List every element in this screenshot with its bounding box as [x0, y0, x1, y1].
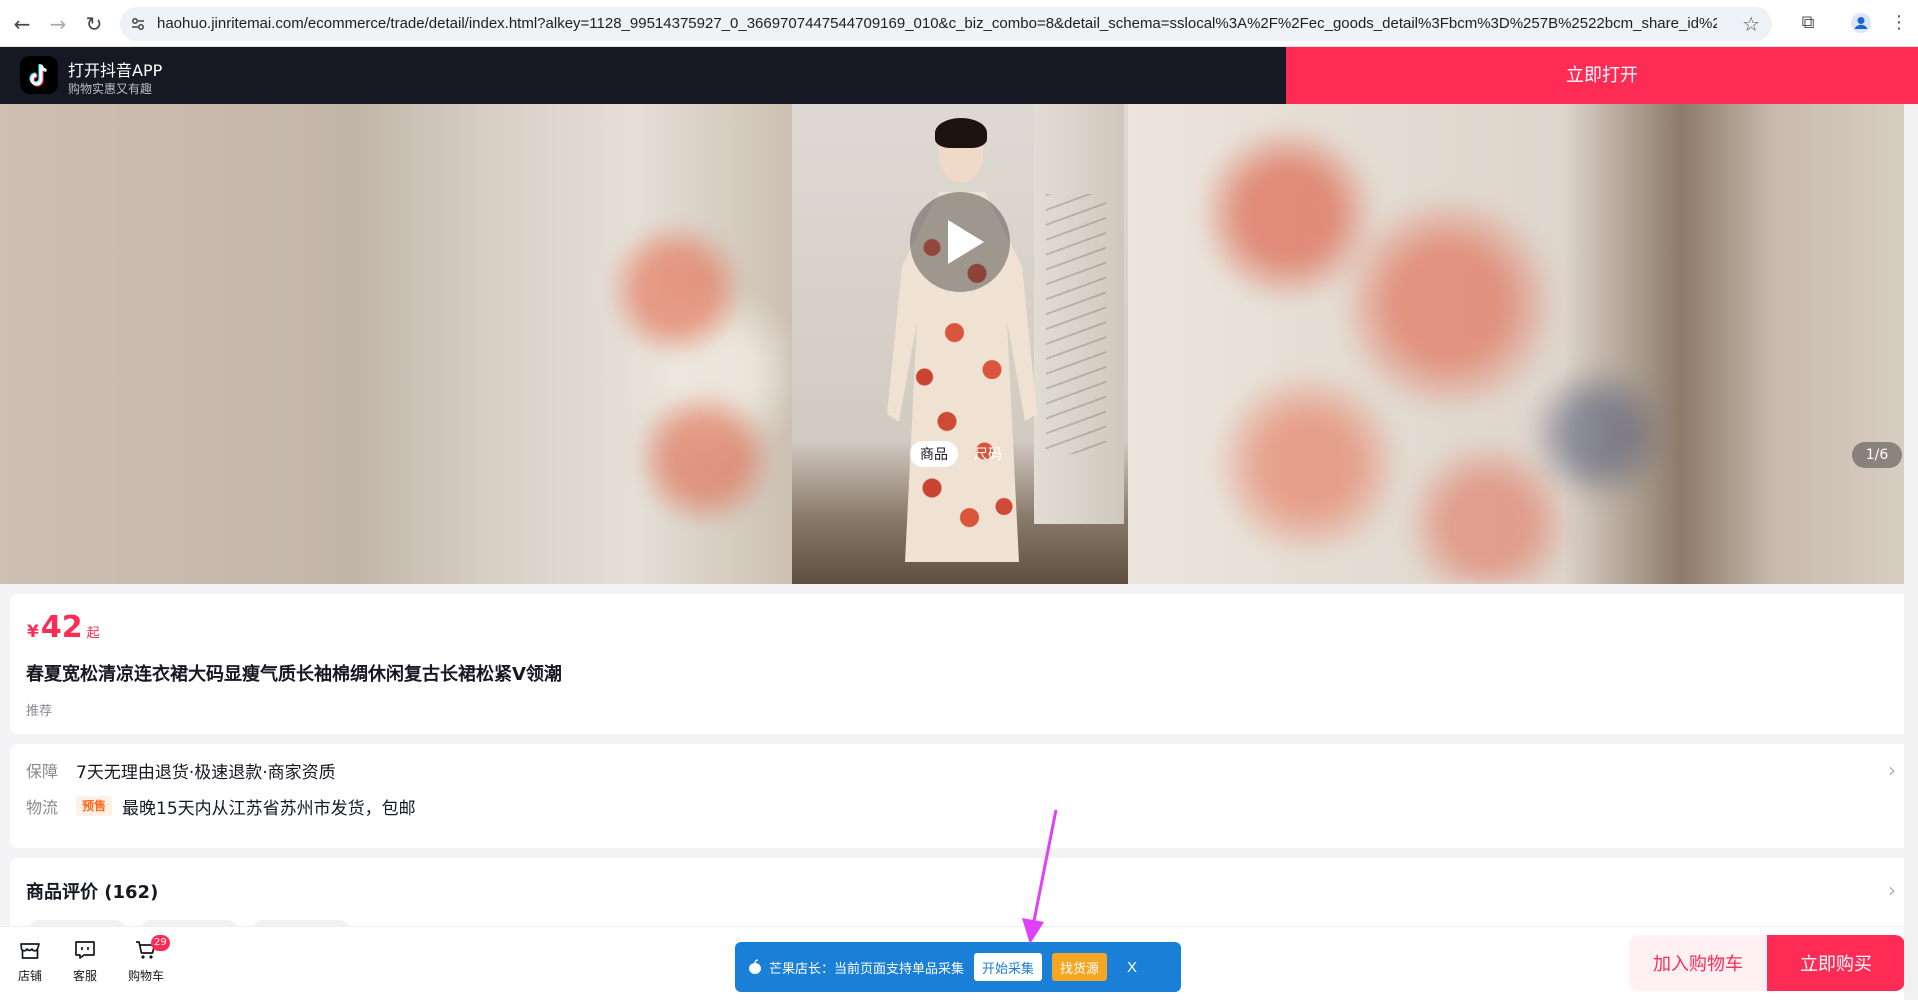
mango-icon	[749, 959, 761, 974]
shop-button[interactable]: 店铺	[5, 937, 55, 984]
extensions-puzzle-icon[interactable]: ⧉	[1797, 12, 1819, 34]
guarantee-row[interactable]: 保障 7天无理由退货·极速退款·商家资质	[26, 758, 336, 783]
address-bar[interactable]: haohuo.jinritemai.com/ecommerce/trade/de…	[120, 7, 1772, 41]
bookmark-star-icon[interactable]: ☆	[1742, 12, 1760, 36]
extension-message: 芒果店长：当前页面支持单品采集	[769, 961, 965, 977]
app-banner-info: 打开抖音APP 购物实惠又有趣	[0, 47, 1286, 104]
browser-toolbar: ← → ↻ haohuo.jinritemai.com/ecommerce/tr…	[0, 0, 1918, 47]
model-hair	[935, 118, 987, 148]
start-collect-button[interactable]: 开始采集	[974, 953, 1043, 981]
app-banner: 打开抖音APP 购物实惠又有趣 立即打开	[0, 47, 1918, 104]
cart-button[interactable]: 29 购物车	[121, 935, 171, 984]
play-icon	[948, 220, 984, 264]
buy-now-button[interactable]: 立即购买	[1767, 935, 1905, 991]
tab-product[interactable]: 商品	[910, 441, 958, 467]
tab-size[interactable]: 尺码	[964, 441, 1012, 467]
customer-service-button[interactable]: 客服	[60, 937, 110, 984]
back-icon[interactable]: ←	[10, 12, 34, 36]
cart-label: 购物车	[127, 969, 164, 983]
chat-icon	[75, 941, 95, 959]
reload-icon[interactable]: ↻	[82, 12, 106, 36]
gallery-tab-switch: 商品 尺码	[910, 440, 1012, 468]
find-source-button[interactable]: 找货源	[1052, 953, 1108, 981]
presale-badge: 预售	[76, 796, 113, 816]
gallery-blurred-background-right	[1128, 104, 1918, 584]
open-app-button[interactable]: 立即打开	[1286, 47, 1918, 104]
play-video-button[interactable]	[910, 192, 1010, 292]
product-price: ¥42 起	[27, 610, 100, 645]
forward-icon[interactable]: →	[46, 12, 70, 36]
logistics-value: 最晚15天内从江苏省苏州市发货，包邮	[122, 798, 416, 819]
product-tag: 推荐	[26, 704, 53, 719]
price-suffix: 起	[86, 626, 100, 641]
product-info-card: ¥42 起 春夏宽松清凉连衣裙大码显瘦气质长袖棉绸休闲复古长裙松紧V领潮 推荐	[10, 594, 1910, 734]
product-video-cover[interactable]	[792, 104, 1128, 584]
service-label: 客服	[72, 969, 97, 983]
price-currency: ¥	[27, 622, 39, 642]
logistics-label: 物流	[26, 798, 59, 817]
chevron-right-icon[interactable]: ›	[1888, 758, 1896, 782]
url-text[interactable]: haohuo.jinritemai.com/ecommerce/trade/de…	[157, 15, 1717, 32]
page-scrollbar[interactable]	[1904, 104, 1918, 1000]
browser-menu-icon[interactable]: ⋮	[1888, 12, 1910, 34]
reviews-title[interactable]: 商品评价 (162)	[26, 878, 158, 904]
annotation-arrow	[1022, 809, 1058, 944]
close-extension-button[interactable]: X	[1127, 959, 1137, 976]
add-to-cart-button[interactable]: 加入购物车	[1629, 935, 1767, 991]
gallery-counter: 1/6	[1852, 442, 1902, 468]
app-banner-subtitle: 购物实惠又有趣	[68, 82, 153, 96]
logistics-row: 物流 预售 最晚15天内从江苏省苏州市发货，包邮	[26, 794, 416, 819]
guarantee-value: 7天无理由退货·极速退款·商家资质	[76, 762, 336, 783]
chevron-right-icon[interactable]: ›	[1888, 878, 1896, 902]
app-banner-title: 打开抖音APP	[68, 61, 163, 80]
price-value: 42	[40, 610, 83, 645]
site-info-icon[interactable]	[130, 16, 146, 32]
mango-extension-toolbar: 芒果店长：当前页面支持单品采集 开始采集 找货源 X	[735, 942, 1181, 992]
product-gallery[interactable]	[0, 104, 1918, 584]
service-card[interactable]: 保障 7天无理由退货·极速退款·商家资质 › 物流 预售 最晚15天内从江苏省苏…	[10, 744, 1910, 848]
shop-label: 店铺	[17, 969, 42, 983]
shop-icon	[20, 943, 40, 959]
model-figure	[887, 118, 1037, 564]
guarantee-label: 保障	[26, 762, 59, 781]
douyin-logo-icon	[20, 56, 58, 94]
profile-avatar-icon[interactable]	[1850, 12, 1872, 34]
cart-count-badge: 29	[151, 935, 170, 951]
product-title: 春夏宽松清凉连衣裙大码显瘦气质长袖棉绸休闲复古长裙松紧V领潮	[26, 664, 562, 685]
folding-screen-backdrop	[1034, 104, 1124, 524]
gallery-blurred-background-left	[0, 104, 792, 584]
